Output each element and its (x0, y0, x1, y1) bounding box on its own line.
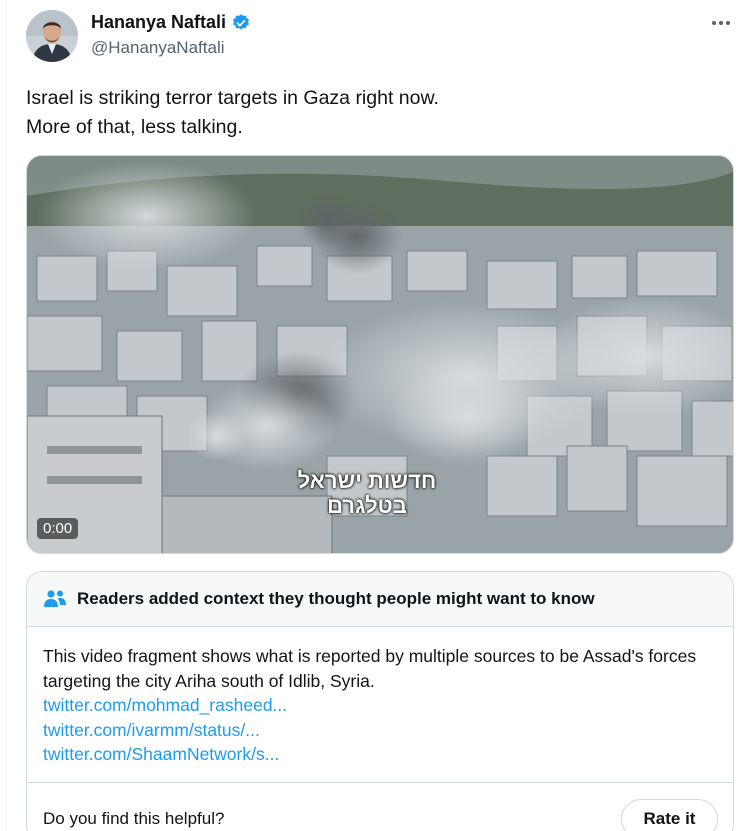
more-icon[interactable] (707, 12, 735, 32)
video-timestamp: 0:00 (37, 518, 79, 539)
rate-it-button[interactable]: Rate it (621, 799, 718, 831)
video-player[interactable]: חדשות ישראל בטלגרם 0:00 (26, 155, 734, 554)
video-caption: חדשות ישראל בטלגרם (267, 468, 467, 518)
avatar-image (26, 10, 78, 62)
community-note-header[interactable]: Readers added context they thought peopl… (27, 572, 733, 627)
people-icon (43, 589, 67, 609)
tweet-text-line-2: More of that, less talking. (26, 116, 243, 138)
source-link-3[interactable]: twitter.com/ShaamNetwork/s... (43, 742, 717, 767)
video-caption-line-2: בטלגרם (327, 493, 407, 518)
community-note-body: This video fragment shows what is report… (27, 627, 733, 767)
author-name-row[interactable]: Hananya Naftali (91, 12, 251, 33)
tweet-text: Israel is striking terror targets in Gaz… (26, 84, 726, 142)
source-link-1[interactable]: twitter.com/mohmad_rasheed... (43, 693, 717, 718)
community-note-text: This video fragment shows what is report… (43, 646, 697, 691)
helpful-question: Do you find this helpful? (43, 809, 225, 828)
video-caption-line-1: חדשות ישראל (297, 468, 437, 493)
avatar[interactable] (26, 10, 78, 62)
community-note: Readers added context they thought peopl… (26, 571, 734, 831)
source-link-2[interactable]: twitter.com/ivarmm/status/... (43, 718, 717, 743)
display-name[interactable]: Hananya Naftali (91, 12, 226, 33)
author-handle[interactable]: @HananyaNaftali (91, 38, 225, 58)
community-note-title: Readers added context they thought peopl… (77, 589, 595, 608)
community-note-footer: Do you find this helpful? Rate it (27, 782, 733, 831)
verified-badge-icon[interactable] (231, 13, 251, 33)
tweet-text-line-1: Israel is striking terror targets in Gaz… (26, 87, 439, 109)
timeline-divider (6, 0, 7, 831)
tweet: Hananya Naftali @HananyaNaftali Israel i… (0, 0, 754, 831)
